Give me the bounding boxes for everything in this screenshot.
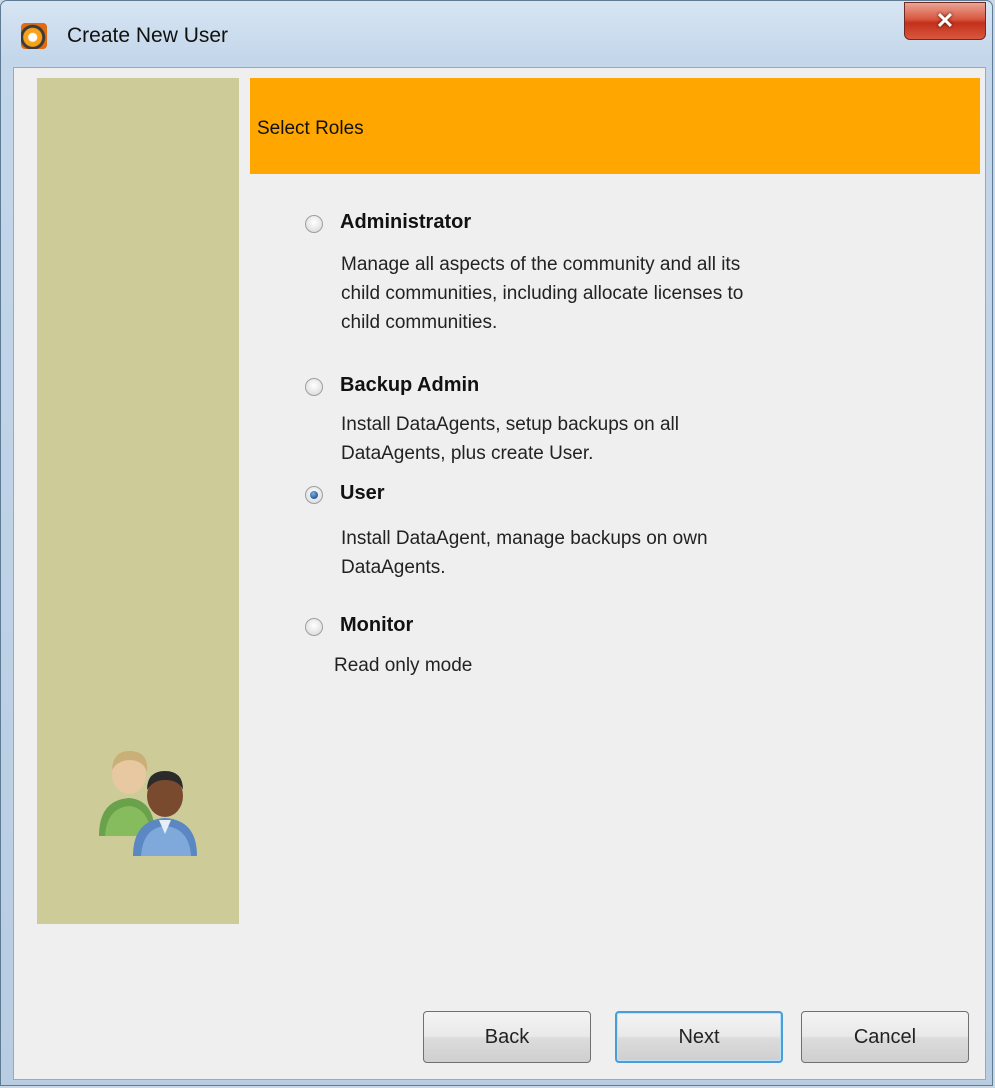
role-name-backup-admin[interactable]: Backup Admin — [340, 374, 479, 397]
role-description-backup-admin: Install DataAgents, setup backups on all… — [341, 414, 679, 464]
role-description-user: Install DataAgent, manage backups on own… — [341, 528, 708, 578]
window-title: Create New User — [67, 24, 229, 47]
role-name-administrator[interactable]: Administrator — [340, 211, 471, 234]
role-name-monitor[interactable]: Monitor — [340, 614, 413, 637]
next-button[interactable]: Next — [615, 1011, 783, 1063]
page-header: Select Roles — [250, 78, 980, 174]
backup-admin-radio[interactable] — [305, 378, 323, 396]
users-icon — [99, 750, 197, 856]
role-description-monitor: Read only mode — [334, 655, 473, 676]
title-bar[interactable]: Create New User ✕ — [1, 1, 992, 67]
app-icon — [21, 23, 47, 49]
cancel-button[interactable]: Cancel — [801, 1011, 969, 1063]
create-new-user-dialog: Create New User ✕ Select Roles Administr… — [0, 0, 993, 1086]
administrator-radio[interactable] — [305, 215, 323, 233]
role-name-user[interactable]: User — [340, 482, 384, 505]
monitor-radio[interactable] — [305, 618, 323, 636]
page-title: Select Roles — [257, 118, 364, 139]
user-radio[interactable] — [305, 486, 323, 504]
dialog-body: Select Roles Administrator Manage all as… — [13, 67, 986, 1080]
role-description-administrator: Manage all aspects of the community and … — [341, 254, 744, 333]
side-panel — [37, 78, 239, 924]
back-button[interactable]: Back — [423, 1011, 591, 1063]
close-button[interactable]: ✕ — [904, 2, 986, 40]
